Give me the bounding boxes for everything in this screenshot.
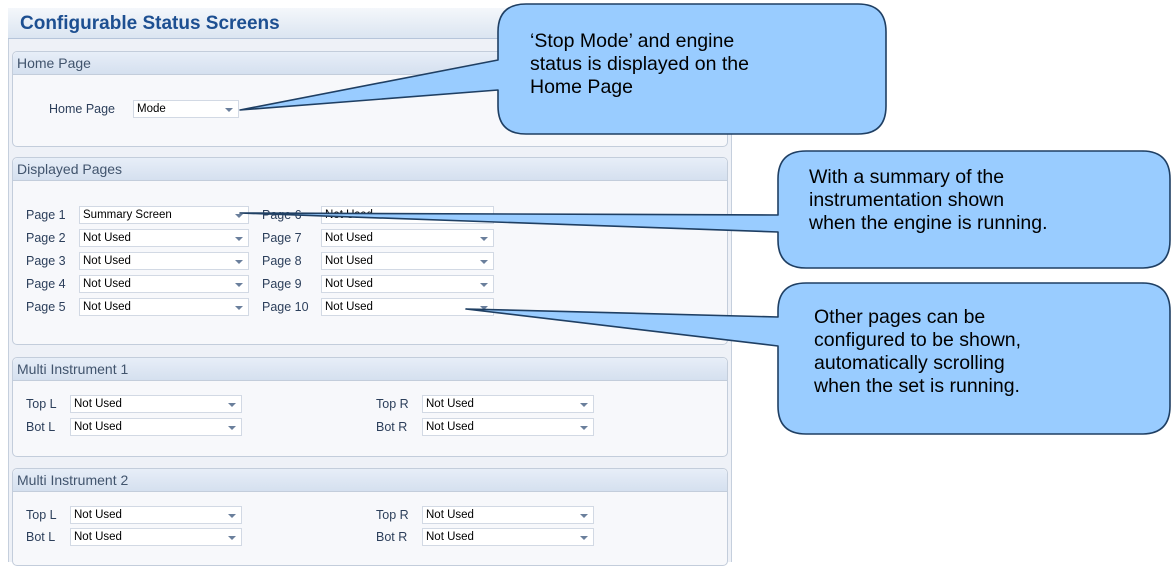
callout-other-text: Other pages can be configured to be show…	[814, 306, 1021, 398]
callout-summary-text: With a summary of the instrumentation sh…	[809, 166, 1048, 235]
callout-line: ‘Stop Mode’ and engine	[530, 30, 735, 52]
callout-line: status is displayed on the	[530, 53, 749, 75]
callout-line: Other pages can be	[814, 306, 986, 328]
callout-line: when the set is running.	[814, 375, 1020, 397]
callout-line: Home Page	[530, 76, 633, 98]
callout-line: With a summary of the	[809, 166, 1005, 188]
callout-line: configured to be shown,	[814, 329, 1022, 351]
callout-home-text: ‘Stop Mode’ and engine status is display…	[530, 30, 749, 99]
callout-line: automatically scrolling	[814, 352, 1005, 374]
callout-line: instrumentation shown	[809, 189, 1005, 211]
callout-line: when the engine is running.	[809, 212, 1048, 234]
